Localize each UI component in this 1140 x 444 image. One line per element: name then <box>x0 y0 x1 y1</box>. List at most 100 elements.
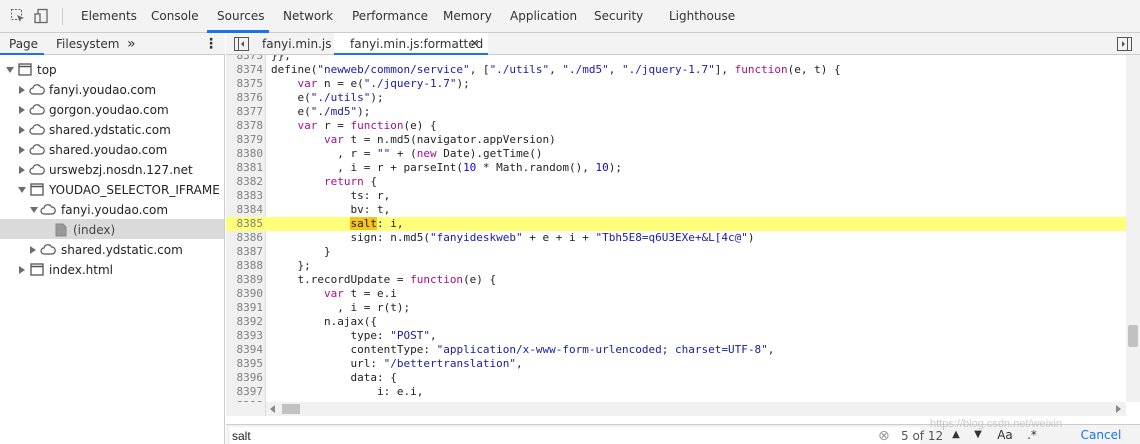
tab-elements[interactable]: Elements <box>81 0 137 33</box>
tab-security[interactable]: Security <box>594 0 643 33</box>
code-line[interactable]: 8393 type: "POST", <box>226 329 1126 343</box>
line-number[interactable]: 8392 <box>226 315 264 329</box>
code-line[interactable]: 8385 salt: i, <box>226 217 1126 231</box>
line-number[interactable]: 8373 <box>226 55 264 63</box>
code-line[interactable]: 8397 i: e.i, <box>226 385 1126 399</box>
code-line[interactable]: 8374 define("newweb/common/service", ["./… <box>226 63 1126 77</box>
line-number[interactable]: 8381 <box>226 161 264 175</box>
code-line[interactable]: 8390 var t = e.i <box>226 287 1126 301</box>
tab-sources[interactable]: Sources <box>217 0 264 33</box>
tab-memory[interactable]: Memory <box>443 0 492 33</box>
tree-item-fanyi-youdao-nested[interactable]: fanyi.youdao.com <box>0 200 224 220</box>
horizontal-scrollbar[interactable] <box>266 402 1126 416</box>
device-toolbar-icon[interactable] <box>34 8 50 24</box>
code-line[interactable]: 8388 }; <box>226 259 1126 273</box>
line-number[interactable]: 8376 <box>226 91 264 105</box>
inspect-element-icon[interactable] <box>10 8 26 24</box>
chevron-right-icon[interactable] <box>19 126 25 134</box>
code-line[interactable]: 8386 sign: n.md5("fanyideskweb" + e + i … <box>226 231 1126 245</box>
tab-filesystem[interactable]: Filesystem <box>56 33 119 55</box>
close-tab-icon[interactable]: ✕ <box>470 33 479 55</box>
navigator-menu-button[interactable]: ⋮ <box>204 33 218 55</box>
scroll-left-icon[interactable] <box>269 405 277 413</box>
code-line[interactable]: 8389 t.recordUpdate = function(e) { <box>226 273 1126 287</box>
clear-search-icon[interactable]: ⊗ <box>878 426 890 444</box>
chevron-right-icon[interactable] <box>19 146 25 154</box>
tree-item-gorgon-youdao[interactable]: gorgon.youdao.com <box>0 100 224 120</box>
cancel-button[interactable]: Cancel <box>1072 426 1130 444</box>
horizontal-scroll-thumb[interactable] <box>282 404 300 414</box>
tree-item-top[interactable]: top <box>0 60 224 80</box>
line-number[interactable]: 8384 <box>226 203 264 217</box>
chevron-right-icon[interactable] <box>19 266 25 274</box>
code-line[interactable]: 8381 , i = r + parseInt(10 * Math.random… <box>226 161 1126 175</box>
code-line[interactable]: 8375 var n = e("./jquery-1.7"); <box>226 77 1126 91</box>
tree-item-index-file[interactable]: (index) <box>0 220 224 240</box>
code-line[interactable]: 8387 } <box>226 245 1126 259</box>
code-line[interactable]: 8378 var r = function(e) { <box>226 119 1126 133</box>
code-line[interactable]: 8380 , r = "" + (new Date).getTime() <box>226 147 1126 161</box>
code-line[interactable]: 8384 bv: t, <box>226 203 1126 217</box>
search-input[interactable] <box>230 427 920 444</box>
line-number[interactable]: 8393 <box>226 329 264 343</box>
line-number[interactable]: 8377 <box>226 105 264 119</box>
tree-item-shared-ydstatic-nested[interactable]: shared.ydstatic.com <box>0 240 224 260</box>
tree-item-fanyi-youdao[interactable]: fanyi.youdao.com <box>0 80 224 100</box>
line-number[interactable]: 8396 <box>226 371 264 385</box>
tree-item-index-html[interactable]: index.html <box>0 260 224 280</box>
code-line[interactable]: 8379 var t = n.md5(navigator.appVersion) <box>226 133 1126 147</box>
line-number[interactable]: 8386 <box>226 231 264 245</box>
code-line[interactable]: 8394 contentType: "application/x-www-for… <box>226 343 1126 357</box>
code-editor[interactable]: 8373}}, 8374 define("newweb/common/service… <box>226 55 1126 402</box>
line-number[interactable]: 8378 <box>226 119 264 133</box>
more-tabs-button[interactable]: » <box>127 33 136 55</box>
chevron-right-icon[interactable] <box>19 106 25 114</box>
tab-application[interactable]: Application <box>510 0 577 33</box>
tree-item-urswebzj[interactable]: urswebzj.nosdn.127.net <box>0 160 224 180</box>
vertical-scroll-thumb[interactable] <box>1128 325 1138 347</box>
tree-item-youdao-selector-iframe[interactable]: YOUDAO_SELECTOR_IFRAME (fan <box>0 180 224 200</box>
toggle-navigator-icon[interactable] <box>234 37 249 51</box>
tab-console[interactable]: Console <box>151 0 199 33</box>
code-line[interactable]: 8392 n.ajax({ <box>226 315 1126 329</box>
line-number[interactable]: 8390 <box>226 287 264 301</box>
tab-page[interactable]: Page <box>9 33 38 55</box>
editor-tab-fanyi-min-js[interactable]: fanyi.min.js <box>262 33 331 55</box>
line-number[interactable]: 8389 <box>226 273 264 287</box>
chevron-right-icon[interactable] <box>30 246 36 254</box>
line-number[interactable]: 8394 <box>226 343 264 357</box>
vertical-scrollbar[interactable] <box>1126 55 1140 402</box>
code-line[interactable]: 8395 url: "/bettertranslation", <box>226 357 1126 371</box>
code-line[interactable]: 8376 e("./utils"); <box>226 91 1126 105</box>
line-number[interactable]: 8383 <box>226 189 264 203</box>
line-number[interactable]: 8397 <box>226 385 264 399</box>
line-number[interactable]: 8395 <box>226 357 264 371</box>
chevron-right-icon[interactable] <box>19 166 25 174</box>
code-line[interactable]: 8373}}, <box>226 55 1126 63</box>
chevron-right-icon[interactable] <box>19 86 25 94</box>
tree-item-shared-youdao[interactable]: shared.youdao.com <box>0 140 224 160</box>
chevron-down-icon[interactable] <box>6 67 14 73</box>
line-number[interactable]: 8388 <box>226 259 264 273</box>
code-line[interactable]: 8391 , i = r(t); <box>226 301 1126 315</box>
tab-lighthouse[interactable]: Lighthouse <box>669 0 735 33</box>
line-number[interactable]: 8382 <box>226 175 264 189</box>
code-line[interactable]: 8396 data: { <box>226 371 1126 385</box>
chevron-down-icon[interactable] <box>18 187 26 193</box>
line-number[interactable]: 8385 <box>226 217 264 231</box>
tab-performance[interactable]: Performance <box>352 0 428 33</box>
line-number[interactable]: 8391 <box>226 301 264 315</box>
line-number[interactable]: 8387 <box>226 245 264 259</box>
line-number[interactable]: 8375 <box>226 77 264 91</box>
chevron-down-icon[interactable] <box>30 207 38 213</box>
line-number[interactable]: 8374 <box>226 63 264 77</box>
editor-tab-fanyi-formatted[interactable]: fanyi.min.js:formatted <box>350 33 483 55</box>
code-line[interactable]: 8377 e("./md5"); <box>226 105 1126 119</box>
tree-item-shared-ydstatic[interactable]: shared.ydstatic.com <box>0 120 224 140</box>
toggle-debugger-icon[interactable] <box>1117 37 1132 51</box>
line-number[interactable]: 8379 <box>226 133 264 147</box>
line-number[interactable]: 8380 <box>226 147 264 161</box>
code-line[interactable]: 8382 return { <box>226 175 1126 189</box>
scroll-right-icon[interactable] <box>1114 405 1122 413</box>
tab-network[interactable]: Network <box>283 0 333 33</box>
